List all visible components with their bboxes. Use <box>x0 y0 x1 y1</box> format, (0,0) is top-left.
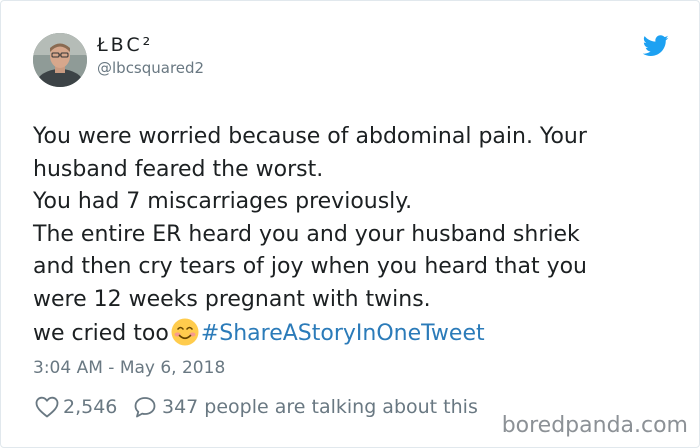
heart-icon <box>35 396 59 418</box>
tweet-card: ŁBC² @lbcsquared2 You were worried becau… <box>0 0 700 448</box>
author-handle[interactable]: @lbcsquared2 <box>97 59 204 77</box>
twitter-bird-icon[interactable] <box>643 35 669 57</box>
speech-bubble-icon <box>134 397 156 418</box>
author-avatar[interactable] <box>33 33 87 87</box>
tweet-text: You were worried because of abdominal pa… <box>33 121 683 350</box>
tweet-text-line: You had 7 miscarriages previously. <box>33 189 413 215</box>
tweet-text-line: husband feared the worst. <box>33 156 324 182</box>
avatar-photo <box>33 33 87 87</box>
tweet-text-fragment: we cried too <box>33 320 169 346</box>
tweet-text-line: The entire ER heard you and your husband… <box>33 221 580 247</box>
hashtag-link[interactable]: #ShareAStoryInOneTweet <box>201 321 485 346</box>
tweet-text-line: You were worried because of abdominal pa… <box>33 124 587 149</box>
smiling-face-with-heart-eyes-icon <box>171 318 199 346</box>
tweet-text-last-line: we cried too #ShareAStoryInOneTweet <box>33 317 683 351</box>
author-display-name[interactable]: ŁBC² <box>97 34 153 56</box>
like-button[interactable]: 2,546 <box>35 395 131 419</box>
like-count: 2,546 <box>63 396 118 418</box>
conversation-text: 347 people are talking about this <box>162 396 478 418</box>
reply-button[interactable]: 347 people are talking about this <box>133 395 533 419</box>
tweet-timestamp[interactable]: 3:04 AM - May 6, 2018 <box>33 358 225 378</box>
tweet-text-line: and then cry tears of joy when you heard… <box>33 254 587 280</box>
source-watermark: boredpanda.com <box>501 413 688 438</box>
tweet-text-line: were 12 weeks pregnant with twins. <box>33 286 431 312</box>
